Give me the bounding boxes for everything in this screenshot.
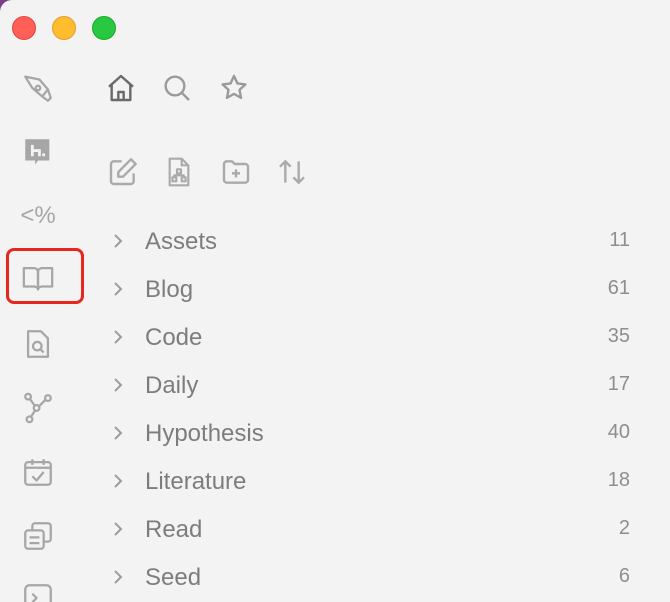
minimize-window-button[interactable] <box>52 16 76 40</box>
chevron-right-icon[interactable] <box>108 423 128 443</box>
folder-name: Blog <box>145 276 194 303</box>
folder-row-hypothesis[interactable]: Hypothesis 40 <box>100 413 640 453</box>
folder-count: 61 <box>607 277 630 299</box>
folder-row-seed[interactable]: Seed 6 <box>100 557 640 597</box>
app-window: <% Assets 11 Blog 61 Code 35 Daily 17 Hy… <box>0 0 670 602</box>
folder-count: 35 <box>607 325 630 347</box>
folder-name: Hypothesis <box>145 420 264 447</box>
chevron-right-icon[interactable] <box>108 231 128 251</box>
search-icon[interactable] <box>157 68 197 108</box>
terminal-icon[interactable] <box>18 578 58 602</box>
folder-row-assets[interactable]: Assets 11 <box>100 221 640 261</box>
folder-row-read[interactable]: Read 2 <box>100 509 640 549</box>
folder-name: Read <box>145 516 203 543</box>
folder-row-blog[interactable]: Blog 61 <box>100 269 640 309</box>
folder-name: Assets <box>145 228 218 255</box>
folder-count: 18 <box>607 469 630 491</box>
new-canvas-icon[interactable] <box>160 153 198 191</box>
chevron-right-icon[interactable] <box>108 519 128 539</box>
folder-count: 6 <box>618 565 630 587</box>
folder-name: Code <box>145 324 203 351</box>
folder-count: 11 <box>609 229 630 251</box>
calendar-check-icon[interactable] <box>18 452 58 492</box>
home-icon[interactable] <box>101 68 141 108</box>
templater-icon[interactable]: <% <box>18 196 58 236</box>
folder-row-literature[interactable]: Literature 18 <box>100 461 640 501</box>
chevron-right-icon[interactable] <box>108 279 128 299</box>
highlight-box <box>6 248 84 304</box>
file-search-icon[interactable] <box>18 324 58 364</box>
folder-count: 40 <box>607 421 630 443</box>
folder-count: 17 <box>607 373 630 395</box>
sort-icon[interactable] <box>273 153 311 191</box>
h-dot-logo-icon[interactable] <box>18 132 58 172</box>
folder-name: Literature <box>145 468 247 495</box>
chevron-right-icon[interactable] <box>108 327 128 347</box>
chevron-right-icon[interactable] <box>108 375 128 395</box>
copy-pages-icon[interactable] <box>18 516 58 556</box>
chevron-right-icon[interactable] <box>108 567 128 587</box>
maximize-window-button[interactable] <box>92 16 116 40</box>
templater-label: <% <box>20 202 56 229</box>
chevron-right-icon[interactable] <box>108 471 128 491</box>
folder-count: 2 <box>618 517 630 539</box>
pen-nib-icon[interactable] <box>18 68 58 108</box>
new-folder-icon[interactable] <box>217 153 255 191</box>
folder-row-code[interactable]: Code 35 <box>100 317 640 357</box>
folder-name: Seed <box>145 564 202 591</box>
new-note-icon[interactable] <box>104 153 142 191</box>
folder-name: Daily <box>145 372 199 399</box>
close-window-button[interactable] <box>12 16 36 40</box>
graph-icon[interactable] <box>18 388 58 428</box>
star-icon[interactable] <box>214 68 254 108</box>
folder-row-daily[interactable]: Daily 17 <box>100 365 640 405</box>
